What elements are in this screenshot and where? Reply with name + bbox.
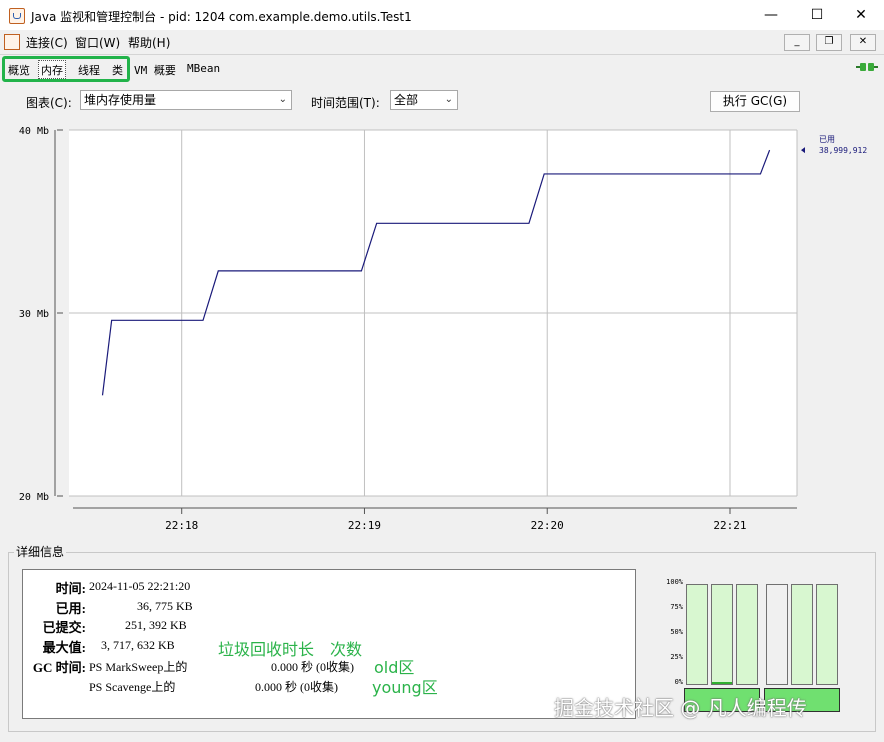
- gc-row-value: 0.000 秒 (0收集): [271, 660, 354, 674]
- x-tick-label: 22:20: [531, 519, 564, 532]
- time-key: 时间:: [55, 581, 86, 596]
- pool-bar[interactable]: [736, 584, 758, 685]
- details-section-label: 详细信息: [14, 543, 67, 560]
- gc-row-name: PS Scavenge上的: [89, 680, 176, 694]
- pool-bar[interactable]: [686, 584, 708, 685]
- gc-time-key: GC 时间:: [32, 660, 86, 675]
- y-tick-label: 40 Mb: [19, 126, 49, 137]
- chart-select[interactable]: 堆内存使用量 ⌄: [80, 90, 292, 110]
- chart-select-label: 图表(C):: [26, 96, 72, 110]
- watermark: 掘金技术社区 @ 凡人编程传: [554, 696, 807, 720]
- maximize-button[interactable]: ☐: [794, 0, 840, 30]
- tab-bar: 概览 内存 线程 类 VM 概要 MBean: [0, 56, 884, 80]
- tab-mbean[interactable]: MBean: [187, 62, 220, 75]
- perform-gc-button[interactable]: 执行 GC(G): [710, 91, 800, 112]
- y-tick-label: 30 Mb: [19, 309, 49, 320]
- max-value: 3, 717, 632 KB: [101, 638, 175, 652]
- pct-label: 100%: [666, 578, 683, 586]
- chart-svg: 22:18 22:19 22:20 22:21 20 Mb 30 Mb 40 Mb 已用 38,…: [19, 126, 867, 532]
- x-tick-label: 22:18: [165, 519, 198, 532]
- gc-row-name: PS MarkSweep上的: [89, 660, 188, 674]
- close-button[interactable]: ✕: [838, 0, 884, 30]
- chevron-down-icon: ⌄: [444, 94, 453, 105]
- details-panel: 时间: 2024-11-05 22:21:20 已用: 36, 775 KB 已…: [22, 569, 636, 719]
- pct-label: 75%: [670, 603, 683, 611]
- tab-highlight-box: [2, 56, 130, 82]
- menu-connection[interactable]: 连接(C): [26, 34, 68, 51]
- mdi-close-button[interactable]: ✕: [850, 34, 876, 51]
- range-select[interactable]: 全部 ⌄: [390, 90, 458, 110]
- annotation-count: 次数: [330, 640, 363, 659]
- pct-label: 25%: [670, 653, 683, 661]
- legend-marker: [801, 147, 805, 154]
- used-key: 已用:: [55, 601, 86, 616]
- used-value: 36, 775 KB: [137, 599, 193, 613]
- time-value: 2024-11-05 22:21:20: [89, 579, 191, 593]
- chevron-down-icon: ⌄: [278, 94, 287, 105]
- menu-help[interactable]: 帮助(H): [128, 34, 170, 51]
- x-tick-label: 22:21: [713, 519, 746, 532]
- title-bar: Java 监视和管理控制台 - pid: 1204 com.example.de…: [0, 0, 884, 31]
- pool-bar[interactable]: [816, 584, 838, 685]
- y-tick-label: 20 Mb: [19, 492, 49, 503]
- pct-label: 50%: [670, 628, 683, 636]
- x-tick-label: 22:19: [348, 519, 381, 532]
- legend-label: 已用: [819, 135, 835, 144]
- tab-vm-summary[interactable]: VM 概要: [134, 62, 176, 78]
- pool-bar[interactable]: [766, 584, 788, 685]
- pool-bar[interactable]: [711, 584, 733, 685]
- range-select-label: 时间范围(T):: [311, 96, 380, 110]
- window-title: Java 监视和管理控制台 - pid: 1204 com.example.de…: [31, 10, 412, 24]
- pool-bar[interactable]: [791, 584, 813, 685]
- java-cup-icon: [9, 8, 25, 24]
- gc-row-value: 0.000 秒 (0收集): [255, 680, 338, 694]
- document-icon[interactable]: [4, 34, 20, 50]
- committed-key: 已提交:: [42, 620, 86, 635]
- max-key: 最大值:: [42, 640, 86, 655]
- minimize-button[interactable]: —: [748, 0, 794, 30]
- chart-select-value: 堆内存使用量: [84, 93, 157, 107]
- menu-bar: 连接(C) 窗口(W) 帮助(H) _ ❐ ✕: [0, 30, 884, 55]
- mdi-minimize-button[interactable]: _: [784, 34, 810, 51]
- menu-window[interactable]: 窗口(W): [75, 34, 120, 51]
- heap-usage-chart: 22:18 22:19 22:20 22:21 20 Mb 30 Mb 40 Mb 已用 38,…: [0, 118, 884, 538]
- connection-plug-icon: [856, 63, 878, 71]
- range-select-value: 全部: [394, 93, 419, 107]
- legend-value: 38,999,912: [819, 146, 867, 155]
- committed-value: 251, 392 KB: [125, 618, 187, 632]
- annotation-gc-duration: 垃圾回收时长: [218, 640, 315, 659]
- pct-label: 0%: [674, 678, 683, 686]
- annotation-young: young区: [372, 678, 438, 697]
- mdi-restore-button[interactable]: ❐: [816, 34, 842, 51]
